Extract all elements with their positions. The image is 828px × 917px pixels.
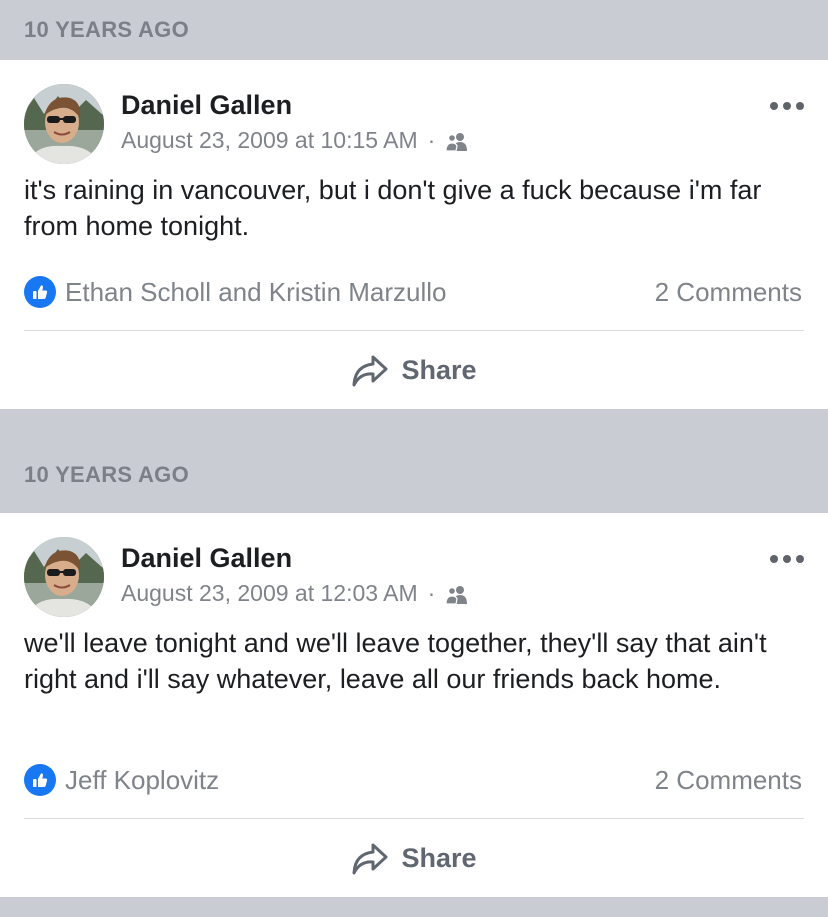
comments-count[interactable]: 2 Comments: [655, 765, 802, 796]
post-text: we'll leave tonight and we'll leave toge…: [24, 628, 767, 694]
share-label: Share: [401, 843, 477, 873]
comments-count[interactable]: 2 Comments: [655, 277, 802, 308]
post-timestamp[interactable]: August 23, 2009 at 10:15 AM: [121, 127, 418, 154]
more-options-icon[interactable]: [770, 98, 804, 114]
author-name[interactable]: Daniel Gallen: [121, 90, 292, 121]
share-button[interactable]: Share: [0, 819, 828, 898]
reactions-row: Jeff Koplovitz 2 Comments: [24, 760, 802, 800]
likers-summary[interactable]: Jeff Koplovitz: [24, 764, 219, 796]
share-button[interactable]: Share: [0, 331, 828, 410]
meta-separator: ·: [427, 127, 436, 153]
post-meta: August 23, 2009 at 12:03 AM ·: [121, 580, 470, 607]
post-timestamp[interactable]: August 23, 2009 at 12:03 AM: [121, 580, 418, 607]
post-meta: August 23, 2009 at 10:15 AM ·: [121, 127, 470, 154]
like-icon: [24, 276, 56, 308]
reactions-row: Ethan Scholl and Kristin Marzullo 2 Comm…: [24, 272, 802, 312]
post-header: Daniel Gallen August 23, 2009 at 10:15 A…: [0, 60, 828, 168]
post-card: Daniel Gallen August 23, 2009 at 10:15 A…: [0, 60, 828, 409]
more-options-icon[interactable]: [770, 551, 804, 567]
memory-header-label: 10 YEARS AGO: [24, 17, 189, 42]
likers-summary[interactable]: Ethan Scholl and Kristin Marzullo: [24, 276, 447, 308]
meta-separator: ·: [427, 580, 436, 606]
avatar[interactable]: [24, 537, 104, 617]
memory-header: 10 YEARS AGO: [0, 0, 828, 60]
share-icon: [352, 355, 388, 386]
friends-icon: [444, 131, 470, 152]
like-icon: [24, 764, 56, 796]
friends-icon: [444, 584, 470, 605]
likers-names[interactable]: Ethan Scholl and Kristin Marzullo: [65, 277, 447, 308]
avatar[interactable]: [24, 84, 104, 164]
share-icon: [352, 843, 388, 874]
memory-header: 10 YEARS AGO: [0, 409, 828, 513]
post-header: Daniel Gallen August 23, 2009 at 12:03 A…: [0, 513, 828, 621]
likers-names[interactable]: Jeff Koplovitz: [65, 765, 219, 796]
share-label: Share: [401, 355, 477, 385]
memories-feed: 10 YEARS AGO Daniel Gallen August 23, 20…: [0, 0, 828, 897]
author-name[interactable]: Daniel Gallen: [121, 543, 292, 574]
post-text: it's raining in vancouver, but i don't g…: [24, 175, 762, 241]
post-card: Daniel Gallen August 23, 2009 at 12:03 A…: [0, 513, 828, 897]
memory-header-label: 10 YEARS AGO: [24, 462, 189, 487]
